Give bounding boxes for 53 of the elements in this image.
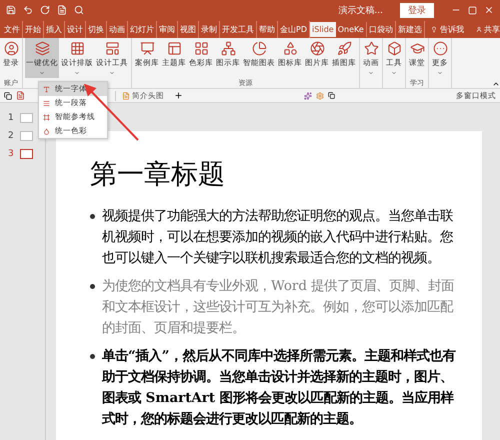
font-icon — [43, 86, 50, 92]
collapse-icon[interactable] — [492, 80, 500, 88]
rocket-icon — [336, 41, 352, 56]
undo-icon[interactable] — [23, 5, 33, 15]
panels-icon — [166, 41, 182, 56]
redo-icon[interactable] — [40, 5, 50, 15]
windows-icon — [328, 92, 335, 99]
aperture-icon — [310, 41, 324, 56]
pie-chart-icon — [252, 41, 266, 56]
slide-number: 2 — [8, 131, 14, 141]
star-icon — [364, 41, 378, 56]
layers-icon — [34, 41, 50, 56]
bullet-text: 为使您的文档具有专业外观，Word 提供了页眉、页脚、封面和文本框设计，这些设计可互为补充。例如，您可以添加匹配的封面、页眉和提要栏。 — [90, 276, 462, 339]
user-icon — [476, 24, 482, 34]
cube-icon — [386, 41, 402, 56]
user-icon — [4, 41, 18, 56]
maximize-icon[interactable] — [468, 6, 477, 14]
settings-icon[interactable] — [316, 92, 324, 100]
bullet-text: 视频提供了功能强大的方法帮助您证明您的观点。当您单击联机视频时，可以在想要添加的视频的嵌入代码中进行粘贴。您也可以键入一个关键字以联机搜索最适合您的文档的视频。 — [90, 206, 462, 269]
graduation-cap-icon — [410, 41, 424, 56]
droplet-icon — [43, 128, 50, 134]
window-title: 演示文稿... — [338, 4, 383, 16]
slide-thumbnail[interactable] — [20, 131, 33, 141]
hierarchy-icon — [220, 41, 236, 56]
more-icon — [432, 41, 448, 56]
ribbon-tab[interactable]: iSlide — [310, 22, 336, 36]
layout-icon — [104, 41, 120, 56]
save-icon[interactable] — [6, 5, 16, 15]
tell-me-link[interactable]: 告诉我 — [440, 24, 464, 34]
bullet-text: 单击“插入”，然后从不同库中选择所需元素。主题和样式也有助于文档保持协调。当您单击设计并选择新的主题时，图片、图表或 SmartArt 图形将会更改以匹配新的主题。当应用样式时，您的标题会进行更改以匹配新的主题。 — [90, 346, 462, 430]
shapes-icon — [282, 41, 298, 56]
grid-icon — [70, 41, 84, 56]
ribbon-tab[interactable]: OneKe — [336, 22, 367, 36]
lightbulb-icon — [430, 24, 437, 34]
sparkle-icon[interactable] — [304, 92, 312, 100]
slide-thumbnail[interactable] — [20, 149, 33, 159]
lines-icon — [43, 100, 50, 106]
slide-thumbnail[interactable] — [20, 113, 33, 123]
grid-lines-icon — [43, 114, 50, 120]
slide-number: 3 — [8, 149, 14, 159]
easel-icon — [140, 41, 154, 56]
slide-title: 第一章标题 — [90, 158, 226, 192]
file-icon — [122, 92, 130, 100]
search-icon[interactable] — [74, 5, 84, 15]
add-tab-icon[interactable] — [174, 91, 183, 100]
login-button[interactable]: 登录 — [400, 2, 434, 18]
close-icon[interactable] — [484, 5, 494, 15]
document-icon[interactable] — [57, 5, 67, 15]
slide-number: 1 — [8, 113, 14, 123]
share-button[interactable]: 共享 — [484, 24, 500, 34]
pages-icon[interactable] — [4, 92, 12, 100]
tiles-icon — [194, 41, 208, 56]
slides-file-icon[interactable] — [16, 91, 25, 100]
